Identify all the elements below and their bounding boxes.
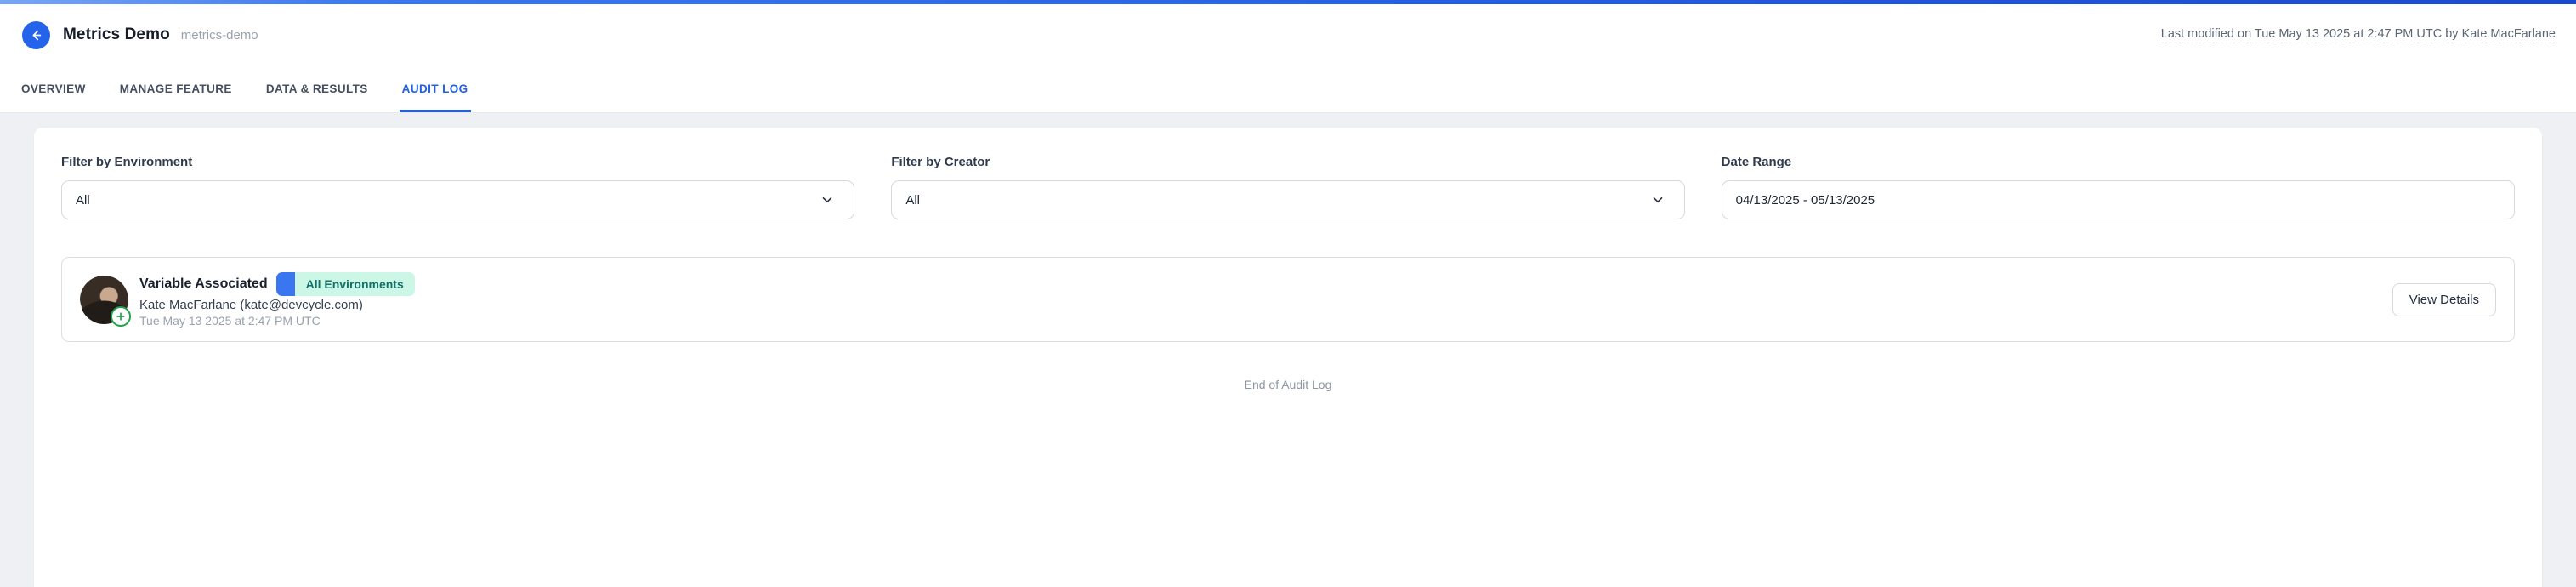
page-header: Metrics Demo metrics-demo Last modified … [0, 4, 2576, 66]
feature-key: metrics-demo [181, 28, 258, 43]
environment-badge-label: All Environments [295, 272, 415, 296]
filter-group-date-range: Date Range [1722, 155, 2515, 219]
end-of-audit-log-text: End of Audit Log [61, 378, 2515, 391]
tab-overview[interactable]: OVERVIEW [19, 66, 88, 112]
entry-timestamp: Tue May 13 2025 at 2:47 PM UTC [139, 314, 415, 328]
date-range-input[interactable] [1722, 180, 2515, 219]
filter-group-environment: Filter by Environment All [61, 155, 854, 219]
date-range-label: Date Range [1722, 155, 2515, 169]
creator-filter-value: All [905, 193, 920, 208]
creator-filter-label: Filter by Creator [891, 155, 1684, 169]
filter-row: Filter by Environment All Filter by Crea… [61, 155, 2515, 219]
environment-color-swatch [276, 272, 295, 296]
entry-creator: Kate MacFarlane (kate@devcycle.com) [139, 298, 415, 312]
view-details-button[interactable]: View Details [2392, 283, 2496, 316]
environment-filter-select[interactable]: All [61, 180, 854, 219]
chevron-down-icon [820, 193, 834, 207]
filter-group-creator: Filter by Creator All [891, 155, 1684, 219]
creator-filter-select[interactable]: All [891, 180, 1684, 219]
environment-badge: All Environments [276, 272, 415, 296]
arrow-left-icon [29, 28, 43, 43]
environment-filter-value: All [76, 193, 90, 208]
audit-log-entry: Variable Associated All Environments Kat… [61, 257, 2515, 342]
plus-icon [111, 306, 131, 327]
environment-filter-label: Filter by Environment [61, 155, 854, 169]
entry-action: Variable Associated [139, 276, 268, 292]
avatar-wrap [80, 276, 128, 324]
content-area: Filter by Environment All Filter by Crea… [0, 113, 2576, 587]
last-modified-text: Last modified on Tue May 13 2025 at 2:47… [2161, 27, 2556, 43]
tab-manage-feature[interactable]: MANAGE FEATURE [117, 66, 235, 112]
entry-title-row: Variable Associated All Environments [139, 272, 415, 296]
tab-data-and-results[interactable]: DATA & RESULTS [264, 66, 371, 112]
page-title: Metrics Demo [63, 26, 170, 44]
audit-log-panel: Filter by Environment All Filter by Crea… [34, 128, 2542, 587]
tab-bar: OVERVIEW MANAGE FEATURE DATA & RESULTS A… [0, 66, 2576, 113]
entry-text: Variable Associated All Environments Kat… [139, 272, 415, 328]
tab-audit-log[interactable]: AUDIT LOG [400, 66, 471, 112]
chevron-down-icon [1651, 193, 1665, 207]
back-button[interactable] [22, 21, 50, 49]
